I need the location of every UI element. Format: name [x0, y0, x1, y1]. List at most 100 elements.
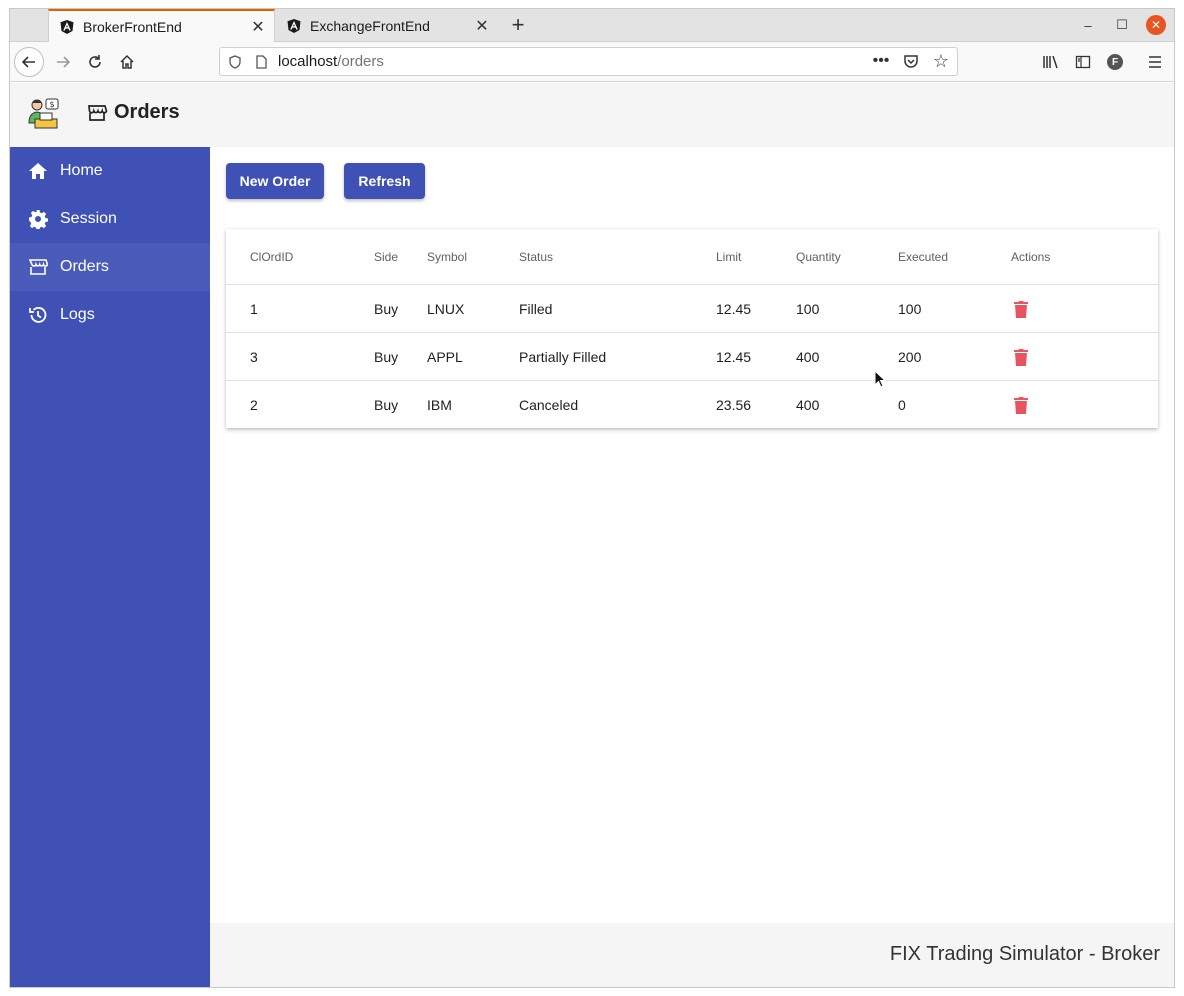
close-tab-icon[interactable]: ✕	[472, 16, 492, 36]
cell-side: Buy	[374, 348, 399, 365]
account-initial: F	[1107, 54, 1123, 70]
cell-clordid: 3	[250, 348, 258, 365]
page-title-text: Orders	[114, 101, 180, 123]
delete-button[interactable]	[1014, 381, 1030, 429]
tab-strip: BrokerFrontEnd ✕ ExchangeFrontEnd ✕ + – …	[10, 9, 1174, 42]
header-actions: Actions	[1011, 249, 1051, 264]
cell-side: Buy	[374, 300, 399, 317]
table-header-row: ClOrdID Side Symbol Status Limit Quantit…	[226, 229, 1158, 285]
broker-logo: $	[26, 97, 60, 131]
cell-executed: 200	[898, 348, 922, 365]
library-icon[interactable]	[1036, 47, 1066, 77]
new-tab-button[interactable]: +	[506, 12, 530, 37]
bookmark-star-icon[interactable]: ☆	[931, 51, 951, 71]
tab-brokerfrontend[interactable]: BrokerFrontEnd ✕	[48, 9, 275, 42]
header-limit[interactable]: Limit	[716, 229, 741, 284]
sidebar: Home Session Orders Logs	[10, 147, 210, 987]
table-row: 3 Buy APPL Partially Filled 12.45 400 20…	[226, 333, 1158, 381]
header-symbol[interactable]: Symbol	[427, 229, 467, 284]
header-clordid[interactable]: ClOrdID	[250, 229, 293, 284]
tab-title: ExchangeFrontEnd	[310, 17, 430, 34]
store-icon	[28, 257, 48, 277]
cell-limit: 12.45	[716, 348, 752, 365]
table-row: 2 Buy IBM Canceled 23.56 400 0	[226, 381, 1158, 429]
more-actions-icon[interactable]: •••	[871, 51, 891, 71]
url-host: localhost	[278, 53, 338, 70]
header-executed[interactable]: Executed	[898, 229, 948, 284]
app-toolbar: $ Orders	[10, 83, 1174, 147]
menu-icon[interactable]	[1140, 47, 1170, 77]
sidebar-item-logs[interactable]: Logs	[10, 291, 210, 339]
nav-bar: localhost/orders ••• ☆ F	[10, 42, 1174, 82]
main-content: New Order Refresh ClOrdID Side Symbol St…	[210, 147, 1174, 923]
tab-exchangefrontend[interactable]: ExchangeFrontEnd ✕	[276, 9, 498, 42]
arrow-left-icon	[21, 56, 35, 68]
angular-icon	[286, 18, 302, 34]
home-button[interactable]	[112, 47, 142, 77]
minimize-icon[interactable]: –	[1078, 15, 1098, 35]
close-window-icon[interactable]: ✕	[1146, 15, 1166, 35]
table-row: 1 Buy LNUX Filled 12.45 100 100	[226, 285, 1158, 333]
footer-text: FIX Trading Simulator - Broker	[889, 943, 1160, 965]
cell-symbol: APPL	[427, 348, 463, 365]
header-quantity[interactable]: Quantity	[796, 229, 841, 284]
arrow-right-icon	[57, 56, 71, 68]
page-icon[interactable]	[250, 51, 272, 73]
cell-clordid: 1	[250, 300, 258, 317]
sidebar-toggle-icon[interactable]	[1068, 47, 1098, 77]
tab-title: BrokerFrontEnd	[83, 18, 182, 35]
shield-icon[interactable]	[224, 51, 246, 73]
cell-limit: 23.56	[716, 397, 752, 413]
reload-icon	[89, 55, 101, 68]
page-title: Orders	[86, 101, 180, 124]
cell-quantity: 400	[796, 348, 820, 365]
pocket-icon[interactable]	[901, 51, 921, 71]
delete-button[interactable]	[1014, 285, 1030, 332]
sidebar-item-session[interactable]: Session	[10, 195, 210, 243]
cell-clordid: 2	[250, 397, 258, 413]
maximize-icon[interactable]: ☐	[1112, 15, 1132, 35]
sidebar-item-label: Orders	[60, 258, 109, 275]
header-status[interactable]: Status	[519, 229, 553, 284]
cell-limit: 12.45	[716, 300, 752, 317]
cell-executed: 100	[898, 300, 922, 317]
home-outline-icon	[120, 54, 134, 69]
history-icon	[28, 305, 48, 325]
account-icon[interactable]: F	[1100, 47, 1130, 77]
url-text[interactable]: localhost/orders	[278, 53, 384, 70]
svg-text:$: $	[49, 100, 54, 109]
gear-icon	[28, 209, 48, 229]
close-tab-icon[interactable]: ✕	[248, 17, 268, 37]
cell-quantity: 100	[796, 300, 820, 317]
sidebar-item-orders[interactable]: Orders	[10, 243, 210, 291]
browser-window: BrokerFrontEnd ✕ ExchangeFrontEnd ✕ + – …	[9, 8, 1175, 988]
cell-symbol: IBM	[427, 397, 452, 413]
cell-executed: 0	[898, 397, 906, 413]
cell-quantity: 400	[796, 397, 820, 413]
refresh-button[interactable]: Refresh	[344, 163, 425, 199]
new-order-button[interactable]: New Order	[226, 163, 324, 199]
angular-icon	[59, 19, 75, 35]
app: $ Orders Home Session Orders Logs New Or…	[10, 83, 1174, 987]
sidebar-item-label: Home	[60, 162, 103, 179]
sidebar-item-label: Session	[60, 210, 117, 227]
url-bar[interactable]: localhost/orders ••• ☆	[219, 47, 958, 76]
cell-side: Buy	[374, 397, 399, 413]
cell-status: Filled	[519, 300, 553, 317]
delete-button[interactable]	[1014, 333, 1030, 380]
orders-table: ClOrdID Side Symbol Status Limit Quantit…	[226, 229, 1158, 428]
trash-icon	[1014, 300, 1030, 318]
sidebar-item-label: Logs	[60, 306, 95, 323]
header-side[interactable]: Side	[374, 229, 398, 284]
mouse-pointer-icon	[874, 370, 886, 388]
home-icon	[28, 161, 48, 181]
sidebar-item-home[interactable]: Home	[10, 147, 210, 195]
store-icon	[86, 102, 108, 124]
reload-button[interactable]	[80, 47, 110, 77]
cell-status: Canceled	[519, 397, 579, 413]
cell-status: Partially Filled	[519, 348, 607, 365]
back-button[interactable]	[14, 47, 44, 77]
trash-icon	[1014, 396, 1030, 414]
footer: FIX Trading Simulator - Broker	[210, 923, 1174, 987]
forward-button[interactable]	[48, 47, 78, 77]
